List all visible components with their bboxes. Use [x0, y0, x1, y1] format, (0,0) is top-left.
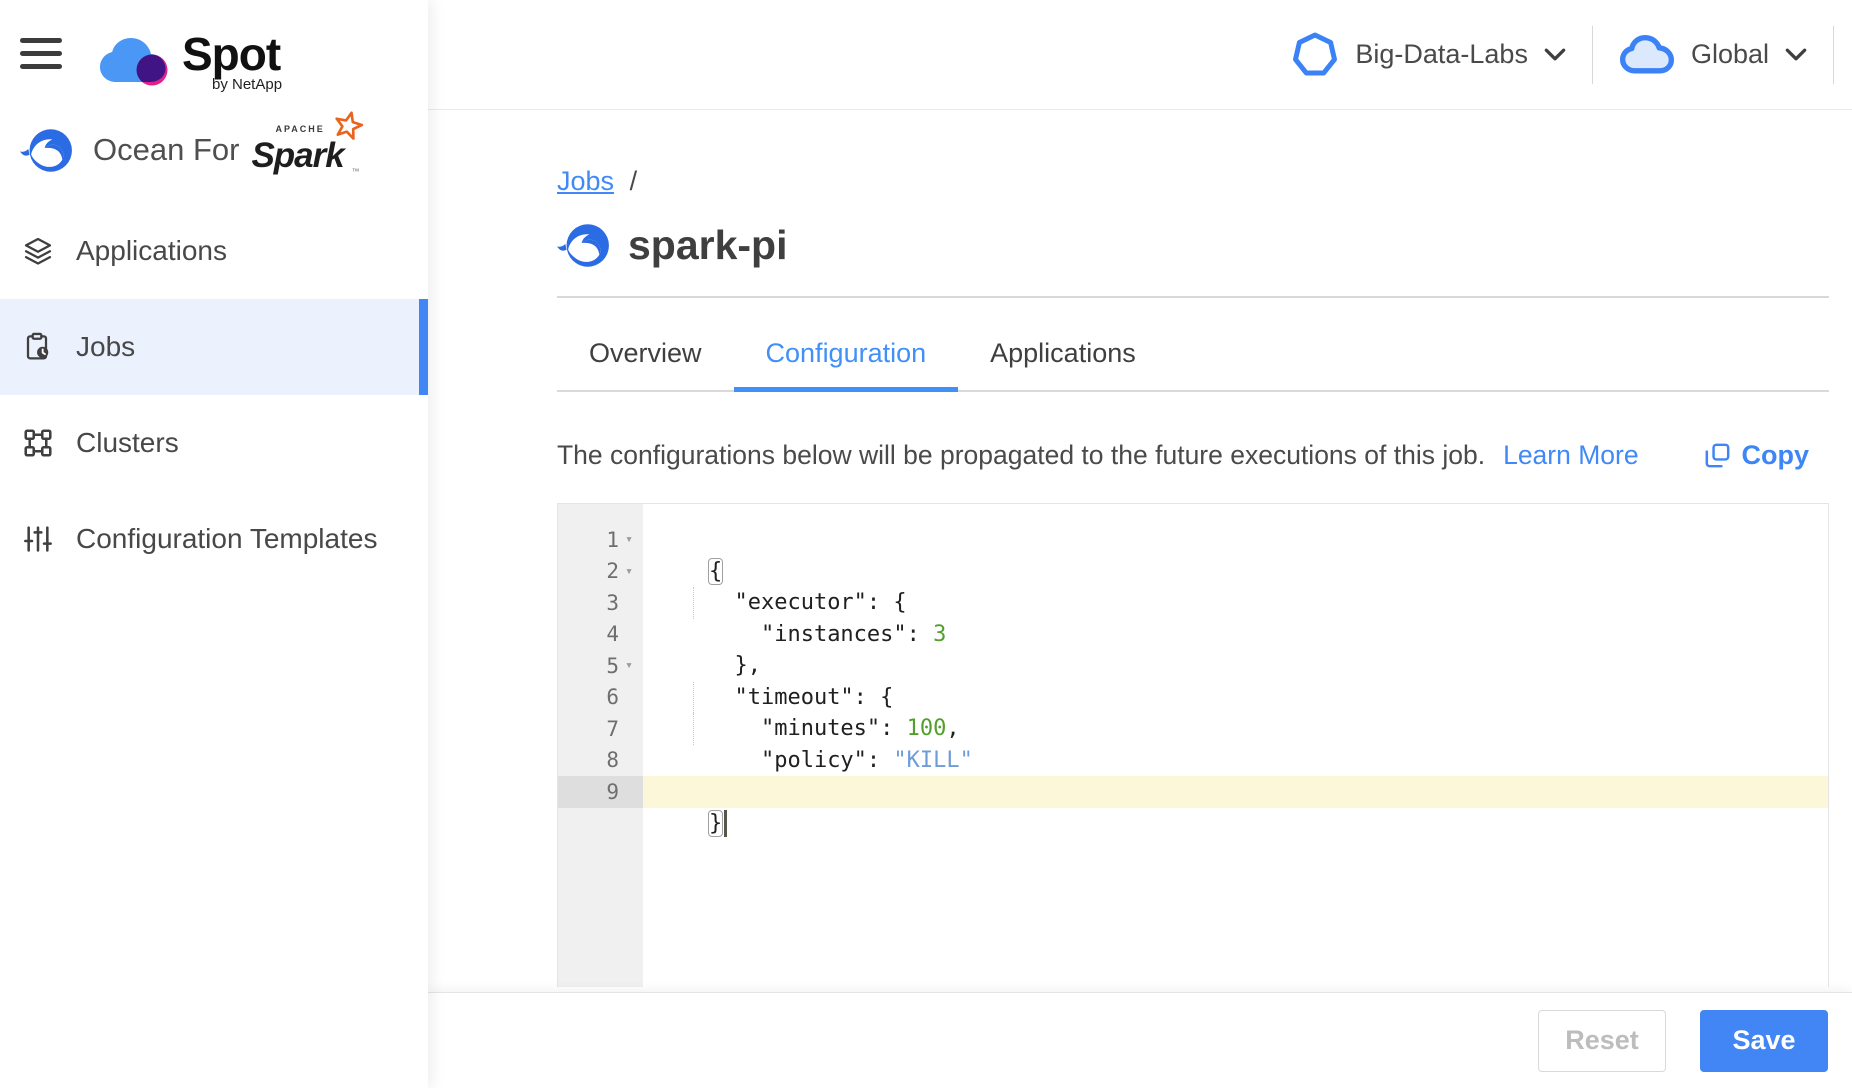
spark-wordmark: Spark: [251, 136, 343, 176]
top-bar: Big-Data-Labs Global: [428, 0, 1852, 110]
copy-label: Copy: [1742, 440, 1810, 471]
org-heptagon-icon: [1291, 31, 1339, 79]
sidebar-item-jobs[interactable]: Jobs: [0, 299, 428, 395]
cloud-icon: [1619, 34, 1675, 76]
main-content: Jobs / spark-pi Overview Configuration A…: [428, 110, 1852, 987]
line-number: 4: [606, 622, 619, 646]
description-row: The configurations below will be propaga…: [557, 440, 1829, 471]
gutter-line[interactable]: 4 ▾: [558, 619, 643, 651]
sidebar-item-configuration-templates[interactable]: Configuration Templates: [0, 491, 428, 587]
code-line[interactable]: "minutes": 100,: [643, 682, 1828, 714]
hamburger-menu-icon[interactable]: [20, 38, 62, 72]
line-number: 8: [606, 748, 619, 772]
code-token-bracket: }: [708, 810, 723, 837]
brand-name: Spot: [182, 34, 282, 74]
spark-trademark: ™: [351, 167, 359, 176]
sidebar-item-clusters[interactable]: Clusters: [0, 395, 428, 491]
gutter-line[interactable]: 8 ▾: [558, 745, 643, 777]
save-button[interactable]: Save: [1700, 1010, 1828, 1072]
code-line[interactable]: }: [643, 745, 1828, 777]
copy-icon: [1704, 442, 1731, 469]
code-line[interactable]: {: [643, 524, 1828, 556]
editor-code-area[interactable]: { "executor": { "instances": 3 }, "timeo…: [643, 504, 1828, 987]
brand-row: Spot by NetApp: [0, 0, 428, 93]
breadcrumb: Jobs /: [557, 166, 1829, 197]
layers-icon: [22, 235, 54, 267]
code-line[interactable]: }: [643, 776, 1828, 808]
breadcrumb-jobs-link[interactable]: Jobs: [557, 166, 614, 196]
sidebar-item-applications[interactable]: Applications: [0, 203, 428, 299]
action-footer: Reset Save: [428, 992, 1852, 1088]
editor-gutter: 1 ▾ 2 ▾ 3 ▾ 4 ▾ 5 ▾ 6 ▾ 7 ▾ 8 ▾ 9 ▾: [558, 504, 643, 987]
clipboard-clock-icon: [22, 331, 54, 363]
chevron-down-icon: [1544, 48, 1566, 61]
apache-spark-logo: APACHE Spark ™: [251, 122, 355, 178]
sidebar-nav: Applications Jobs: [0, 203, 428, 587]
brand-byline: by NetApp: [212, 76, 282, 93]
description-text: The configurations below will be propaga…: [557, 440, 1485, 471]
org-label: Big-Data-Labs: [1355, 39, 1528, 70]
line-number: 3: [606, 591, 619, 615]
tab-overview[interactable]: Overview: [557, 338, 734, 390]
job-wave-icon: [557, 219, 610, 272]
title-row: spark-pi: [557, 219, 1829, 272]
json-config-editor[interactable]: 1 ▾ 2 ▾ 3 ▾ 4 ▾ 5 ▾ 6 ▾ 7 ▾ 8 ▾ 9 ▾ { "e…: [557, 503, 1829, 987]
tab-applications[interactable]: Applications: [958, 338, 1168, 390]
gutter-line[interactable]: 9 ▾: [558, 776, 643, 808]
breadcrumb-separator: /: [630, 166, 638, 196]
scope-label: Global: [1691, 39, 1769, 70]
gutter-line[interactable]: 2 ▾: [558, 556, 643, 588]
line-number: 2: [606, 559, 619, 583]
sidebar-item-label: Applications: [76, 235, 227, 267]
title-divider: [557, 296, 1829, 298]
code-line[interactable]: },: [643, 619, 1828, 651]
gutter-line[interactable]: 6 ▾: [558, 682, 643, 714]
spot-logo: Spot by NetApp: [96, 34, 282, 93]
sliders-icon: [22, 523, 54, 555]
product-name: Ocean For: [93, 132, 239, 168]
org-selector[interactable]: Big-Data-Labs: [1291, 31, 1566, 79]
header-divider: [1833, 26, 1834, 84]
fold-arrow-icon[interactable]: ▾: [619, 564, 639, 579]
tab-configuration[interactable]: Configuration: [734, 338, 959, 390]
line-number: 7: [606, 717, 619, 741]
cluster-icon: [22, 427, 54, 459]
gutter-line[interactable]: 3 ▾: [558, 587, 643, 619]
header-divider: [1592, 26, 1593, 84]
sidebar-item-label: Clusters: [76, 427, 179, 459]
sidebar-item-label: Configuration Templates: [76, 523, 377, 555]
code-line[interactable]: "instances": 3: [643, 587, 1828, 619]
apache-label: APACHE: [275, 124, 324, 134]
fold-arrow-icon[interactable]: ▾: [619, 532, 639, 547]
learn-more-link[interactable]: Learn More: [1503, 440, 1639, 471]
line-number: 5: [606, 654, 619, 678]
line-number: 6: [606, 685, 619, 709]
chevron-down-icon: [1785, 48, 1807, 61]
tab-bar: Overview Configuration Applications: [557, 338, 1829, 392]
code-line[interactable]: "timeout": {: [643, 650, 1828, 682]
gutter-line[interactable]: 7 ▾: [558, 713, 643, 745]
scope-selector[interactable]: Global: [1619, 34, 1807, 76]
code-line[interactable]: "policy": "KILL": [643, 713, 1828, 745]
sidebar-item-label: Jobs: [76, 331, 135, 363]
reset-button[interactable]: Reset: [1538, 1010, 1666, 1072]
ocean-wave-icon: [20, 124, 73, 177]
gutter-line[interactable]: 1 ▾: [558, 524, 643, 556]
line-number: 9: [606, 780, 619, 804]
product-logo-row[interactable]: Ocean For APACHE Spark ™: [0, 111, 428, 189]
sidebar: Spot by NetApp Ocean For APACHE Spark ™: [0, 0, 428, 1088]
code-line[interactable]: "executor": {: [643, 556, 1828, 588]
copy-button[interactable]: Copy: [1704, 440, 1810, 471]
text-cursor: [724, 810, 727, 837]
line-number: 1: [606, 528, 619, 552]
page-title: spark-pi: [628, 222, 788, 269]
gutter-line[interactable]: 5 ▾: [558, 650, 643, 682]
spot-cloud-icon: [96, 34, 174, 90]
fold-arrow-icon[interactable]: ▾: [619, 658, 639, 673]
